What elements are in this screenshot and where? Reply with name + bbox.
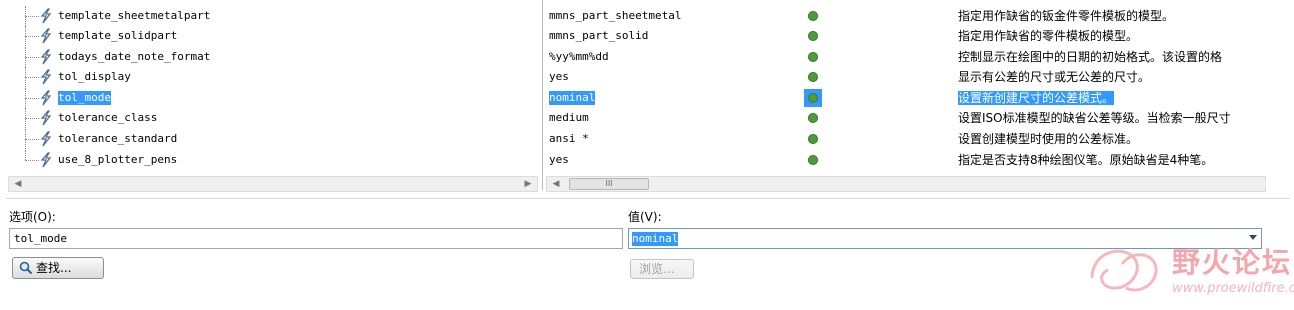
value-label: 值(V):	[628, 210, 662, 224]
tree-connector	[25, 160, 39, 161]
tree-connector	[25, 16, 39, 17]
option-description: 控制显示在绘图中的日期的初始格式。该设置的格	[958, 50, 1223, 64]
option-name: template_solidpart	[58, 29, 178, 42]
chevron-down-icon[interactable]	[1249, 235, 1257, 240]
left-horizontal-scrollbar[interactable]: ◀ ▶	[8, 176, 538, 192]
status-dot-icon	[808, 134, 818, 144]
lightning-icon	[40, 69, 52, 85]
option-value: yes	[549, 153, 569, 166]
option-value: nominal	[549, 91, 596, 105]
tree-connector	[25, 150, 26, 160]
option-input-value: tol_mode	[14, 232, 67, 245]
option-value: %yy%mm%dd	[549, 50, 609, 63]
tree-connector	[25, 57, 39, 58]
option-value: yes	[549, 70, 569, 83]
value-dropdown[interactable]: nominal	[628, 228, 1262, 249]
option-value: ansi *	[549, 132, 589, 145]
status-dot-icon	[808, 72, 818, 82]
option-value: mmns_part_sheetmetal	[549, 9, 682, 22]
option-input[interactable]: tol_mode	[9, 228, 623, 249]
option-value: mmns_part_solid	[549, 29, 649, 42]
table-row[interactable]: use_8_plotter_pens yes 指定是否支持8种绘图仪笔。原始缺省…	[6, 150, 1290, 170]
scroll-right-arrow-icon[interactable]: ▶	[521, 178, 535, 190]
table-row-selected[interactable]: tol_mode nominal 设置新创建尺寸的公差模式。	[6, 88, 1290, 108]
option-name: tolerance_class	[58, 111, 158, 124]
lightning-icon	[40, 90, 52, 106]
option-name: todays_date_note_format	[58, 50, 211, 63]
value-dropdown-text: nominal	[632, 232, 679, 246]
lightning-icon	[40, 8, 52, 24]
table-row[interactable]: tolerance_class medium 设置ISO标准模型的缺省公差等级。…	[6, 108, 1290, 128]
table-row[interactable]: todays_date_note_format %yy%mm%dd 控制显示在绘…	[6, 47, 1290, 67]
tree-connector	[25, 98, 39, 99]
watermark-name: 野火论坛	[1172, 246, 1293, 279]
options-table: template_sheetmetalpart mmns_part_sheetm…	[6, 0, 1290, 199]
status-dot-icon	[808, 113, 818, 123]
watermark-mask	[905, 208, 1145, 226]
magnifier-icon	[19, 261, 33, 275]
watermark-url: www.proewildfire.cn	[1172, 281, 1294, 296]
browse-button-label: 浏览...	[639, 262, 675, 276]
scroll-thumb[interactable]: III	[569, 178, 649, 190]
scroll-left-arrow-icon[interactable]: ◀	[549, 178, 563, 190]
option-description: 设置创建模型时使用的公差标准。	[958, 132, 1139, 146]
lightning-icon	[40, 49, 52, 65]
tree-connector	[25, 139, 39, 140]
status-dot-icon	[808, 11, 818, 21]
status-dot-icon	[808, 93, 818, 103]
option-description: 显示有公差的尺寸或无公差的尺寸。	[958, 70, 1151, 84]
lightning-icon	[40, 110, 52, 126]
find-button-label: 查找...	[36, 261, 72, 275]
find-button[interactable]: 查找...	[12, 257, 104, 279]
option-name: template_sheetmetalpart	[58, 9, 211, 22]
option-description: 指定是否支持8种绘图仪笔。原始缺省是4种笔。	[958, 153, 1214, 167]
lightning-icon	[40, 28, 52, 44]
scroll-left-arrow-icon[interactable]: ◀	[11, 178, 25, 190]
table-row[interactable]: template_sheetmetalpart mmns_part_sheetm…	[6, 6, 1290, 26]
table-row[interactable]: template_solidpart mmns_part_solid 指定用作缺…	[6, 26, 1290, 46]
option-description: 设置新创建尺寸的公差模式。	[958, 91, 1115, 105]
table-row[interactable]: tolerance_standard ansi * 设置创建模型时使用的公差标准…	[6, 129, 1290, 149]
option-description: 设置ISO标准模型的缺省公差等级。当检索一般尺寸	[958, 111, 1231, 125]
option-value: medium	[549, 111, 589, 124]
option-description: 指定用作缺省的零件模板的模型。	[958, 29, 1139, 43]
tree-connector	[25, 118, 39, 119]
option-name: use_8_plotter_pens	[58, 153, 178, 166]
status-dot-icon	[808, 31, 818, 41]
tree-connector	[25, 77, 39, 78]
option-name: tol_mode	[58, 91, 111, 105]
table-row[interactable]: tol_display yes 显示有公差的尺寸或无公差的尺寸。	[6, 67, 1290, 87]
status-dot-icon	[808, 52, 818, 62]
lightning-icon	[40, 152, 52, 168]
option-name: tol_display	[58, 70, 131, 83]
option-description: 指定用作缺省的钣金件零件模板的模型。	[958, 9, 1175, 23]
lightning-icon	[40, 131, 52, 147]
status-dot-icon	[808, 155, 818, 165]
option-name: tolerance_standard	[58, 132, 178, 145]
option-label: 选项(O):	[9, 210, 56, 224]
right-horizontal-scrollbar[interactable]: ◀ III	[546, 176, 1266, 192]
watermark-logo-icon	[1090, 249, 1158, 292]
browse-button[interactable]: 浏览...	[630, 259, 694, 279]
tree-connector	[25, 36, 39, 37]
